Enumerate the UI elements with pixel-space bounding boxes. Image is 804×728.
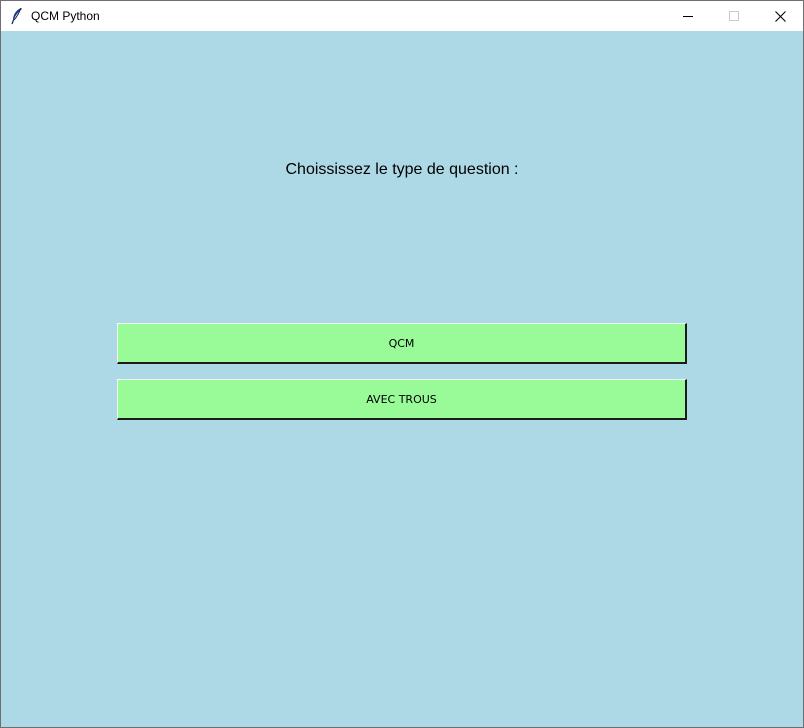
question-type-prompt: Choississez le type de question :	[285, 161, 519, 178]
maximize-button[interactable]	[711, 1, 757, 31]
minimize-button[interactable]	[665, 1, 711, 31]
window-title: QCM Python	[31, 9, 100, 23]
avec-trous-button[interactable]: AVEC TROUS	[117, 379, 687, 420]
minimize-icon	[683, 16, 693, 17]
qcm-button[interactable]: QCM	[117, 323, 687, 364]
close-icon	[774, 10, 786, 22]
close-button[interactable]	[757, 1, 803, 31]
title-bar[interactable]: QCM Python	[1, 1, 803, 31]
main-panel: Choississez le type de question : QCM AV…	[1, 31, 803, 727]
app-window: QCM Python Choississez le type de questi…	[0, 0, 804, 728]
qcm-button-label: QCM	[388, 336, 415, 350]
feather-icon	[11, 7, 22, 25]
maximize-icon	[729, 11, 739, 21]
avec-trous-button-label: AVEC TROUS	[366, 392, 437, 406]
